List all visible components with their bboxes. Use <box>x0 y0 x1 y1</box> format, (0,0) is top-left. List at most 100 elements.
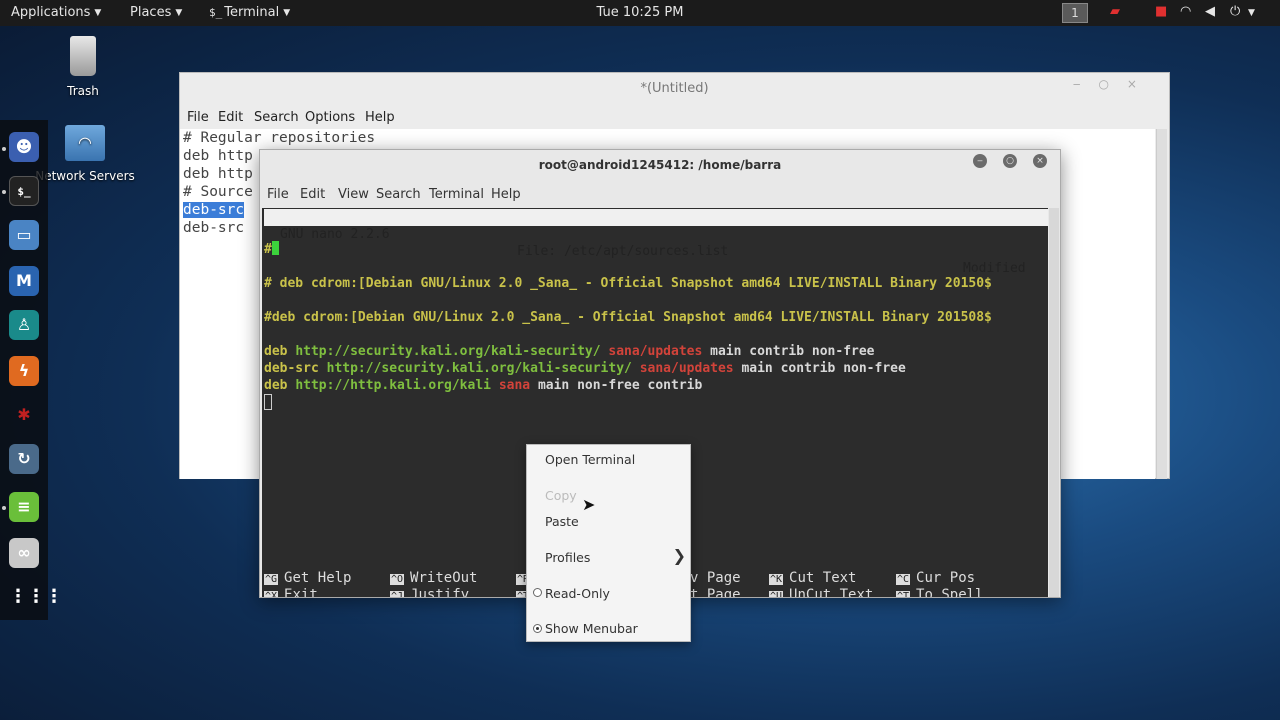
shortcut-key: ^X <box>264 591 279 597</box>
menu-item-open-terminal[interactable]: Open Terminal <box>545 452 635 467</box>
burpsuite-icon[interactable]: ϟ <box>9 356 39 386</box>
trash-desktop-icon[interactable]: Trash <box>58 36 108 98</box>
repo-type: deb <box>264 378 288 393</box>
terminal-menu-file[interactable]: File <box>267 187 289 202</box>
shortcut-next-page: t Page <box>690 587 741 597</box>
block-cursor <box>264 394 272 410</box>
shortcut-exit: ^X Exit <box>264 587 318 597</box>
running-indicator <box>2 506 6 510</box>
shortcut-label: UnCut Text <box>789 587 874 597</box>
terminal-menu-edit[interactable]: Edit <box>300 187 325 202</box>
shortcut-label: WriteOut <box>410 570 478 586</box>
chevron-right-icon: ❯ <box>672 546 686 565</box>
shortcut-label: Cut Text <box>789 570 857 586</box>
shortcut-key: ^K <box>769 574 784 585</box>
network-folder-icon: ◠ <box>65 125 105 161</box>
recorder-icon[interactable]: ▰ <box>1110 4 1120 19</box>
shortcut-justify: ^J Justify <box>390 587 469 597</box>
gedit-menu-edit[interactable]: Edit <box>218 110 243 125</box>
gedit-menu-help[interactable]: Help <box>365 110 395 125</box>
shortcut-cur-pos: ^C Cur Pos <box>896 570 975 588</box>
nano-header: GNU nano 2.2.6 File: /etc/apt/sources.li… <box>264 209 1048 276</box>
shortcut-label: Justify <box>410 587 470 597</box>
shortcut-key: ^T <box>896 591 911 597</box>
terminal-menu-help[interactable]: Help <box>491 187 521 202</box>
repo-dist: sana/updates <box>608 344 703 359</box>
files-icon[interactable]: ▭ <box>9 220 39 250</box>
trash-icon <box>70 36 96 76</box>
maltego-icon[interactable]: ✱ <box>9 400 39 430</box>
terminal-scrollbar[interactable] <box>1049 208 1059 597</box>
nano-version: GNU nano 2.2.6 <box>280 227 390 242</box>
gedit-line-selected: deb-src <box>183 202 245 218</box>
terminal-menu-view[interactable]: View <box>338 187 369 202</box>
shortcut-key: ^G <box>264 574 279 585</box>
wifi-icon[interactable]: ◠ <box>1180 4 1191 19</box>
repo-type: deb-src <box>264 361 319 376</box>
chevron-down-icon[interactable]: ▼ <box>1248 8 1255 18</box>
read-only-radio-icon[interactable] <box>533 588 542 597</box>
shortcut-label: Cur Pos <box>916 570 976 586</box>
nano-line-repo-1: deb http://security.kali.org/kali-securi… <box>264 343 875 360</box>
menu-item-copy: Copy <box>545 488 577 503</box>
shortcut-to-spell: ^T To Spell <box>896 587 983 597</box>
show-apps-icon[interactable]: ⋮⋮⋮ <box>9 582 63 612</box>
nano-filename: File: /etc/apt/sources.list <box>517 244 729 259</box>
gedit-menu-options[interactable]: Options <box>305 110 355 125</box>
gedit-menu-search[interactable]: Search <box>254 110 299 125</box>
text-cursor <box>271 241 279 255</box>
trash-label: Trash <box>67 84 99 98</box>
nano-line-repo-2: deb-src http://security.kali.org/kali-se… <box>264 360 906 377</box>
top-panel: Applications ▼ Places ▼ $_ Terminal ▼ Tue 10… <box>0 0 1280 26</box>
power-icon[interactable]: ⏻ <box>1230 4 1240 19</box>
running-indicator <box>2 147 6 151</box>
terminal-dock-icon[interactable]: $_ <box>9 176 39 206</box>
terminal-menu-terminal[interactable]: Terminal <box>429 187 484 202</box>
menu-item-paste[interactable]: Paste <box>545 514 579 529</box>
maximize-icon[interactable]: ○ <box>1003 154 1017 168</box>
menu-item-read-only[interactable]: Read-Only <box>545 586 610 601</box>
close-icon[interactable]: × <box>1033 154 1047 168</box>
shortcut-label: t Page <box>690 587 741 597</box>
nano-line-repo-3: deb http://http.kali.org/kali sana main … <box>264 377 702 394</box>
shortcut-key: ^U <box>769 591 784 597</box>
shortcut-writeout: ^O WriteOut <box>390 570 477 588</box>
shortcut-get-help: ^G Get Help <box>264 570 351 588</box>
repo-components: main contrib non-free <box>710 344 875 359</box>
cherrytree-icon[interactable]: ∞ <box>9 538 39 568</box>
terminal-title: root@android1245412: /home/barra <box>538 158 782 172</box>
gedit-menu-file[interactable]: File <box>187 110 209 125</box>
shortcut-key: ^O <box>390 574 405 585</box>
gedit-icon[interactable]: ≡ <box>9 492 39 522</box>
workspace-indicator[interactable]: 1 <box>1062 3 1088 23</box>
nano-line-hash: # <box>264 241 279 258</box>
terminal-menu-search[interactable]: Search <box>376 187 421 202</box>
volume-icon[interactable]: ◀ <box>1205 4 1215 19</box>
minimize-icon[interactable]: ‒ <box>973 154 987 168</box>
running-indicator <box>2 190 6 194</box>
metasploit-icon[interactable]: M <box>9 266 39 296</box>
show-menubar-radio-icon[interactable] <box>533 624 542 633</box>
shortcut-uncut-text: ^U UnCut Text <box>769 587 873 597</box>
shortcut-cut-text: ^K Cut Text <box>769 570 856 588</box>
nano-line-empty <box>264 394 272 412</box>
clock[interactable]: Tue 10:25 PM <box>0 5 1280 20</box>
hash-text: # <box>264 242 272 257</box>
record-icon[interactable]: ■ <box>1155 4 1167 19</box>
menu-item-profiles[interactable]: Profiles <box>545 550 590 565</box>
repo-url: http://security.kali.org/kali-security/ <box>295 344 601 359</box>
repo-components: main non-free contrib <box>537 378 703 393</box>
menu-item-show-menubar[interactable]: Show Menubar <box>545 621 638 636</box>
gedit-window-buttons[interactable]: ‒○× <box>1073 77 1155 91</box>
gedit-scrollbar[interactable] <box>1156 129 1167 479</box>
nano-line-cdrom2: #deb cdrom:[Debian GNU/Linux 2.0 _Sana_ … <box>264 310 992 325</box>
dock: ☻ $_ ▭ M ♙ ϟ ✱ ↻ ≡ ∞ ⋮⋮⋮ <box>0 120 63 620</box>
armitage-icon[interactable]: ♙ <box>9 310 39 340</box>
shortcut-label: v Page <box>690 570 741 586</box>
faraday-icon[interactable]: ↻ <box>9 444 39 474</box>
iceweasel-icon[interactable]: ☻ <box>9 132 39 162</box>
context-menu: Open Terminal Copy Paste Profiles ❯ Read… <box>526 444 691 642</box>
shortcut-prev-page: v Page <box>690 570 741 587</box>
nano-line-cdrom1: # deb cdrom:[Debian GNU/Linux 2.0 _Sana_… <box>264 276 992 291</box>
repo-dist: sana/updates <box>639 361 734 376</box>
